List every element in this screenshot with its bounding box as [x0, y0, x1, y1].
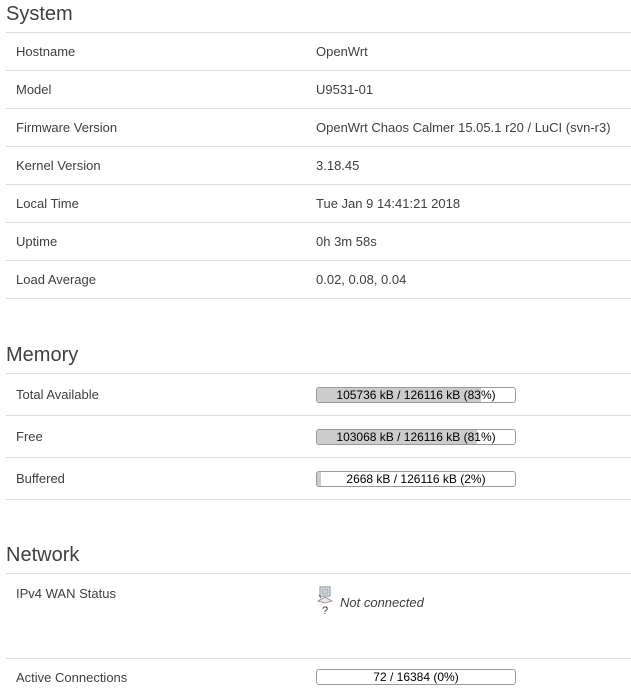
row-value: OpenWrt	[316, 44, 368, 59]
row-key: Kernel Version	[16, 158, 101, 173]
row-key: Hostname	[16, 44, 76, 59]
row-key: IPv4 WAN Status	[16, 586, 116, 601]
row-value: 72 / 16384 (0%)	[316, 669, 631, 685]
progress-text: 105736 kB / 126116 kB (83%)	[336, 387, 496, 402]
row-key: Free	[16, 429, 43, 444]
table-row: Load Average 0.02, 0.08, 0.04	[6, 261, 631, 299]
row-value: 0.02, 0.08, 0.04	[316, 272, 407, 287]
table-row: Model U9531-01	[6, 71, 631, 109]
table-row: Free 103068 kB / 126116 kB (81%)	[6, 416, 631, 458]
row-value: 3.18.45	[316, 158, 360, 173]
table-row: Kernel Version 3.18.45	[6, 147, 631, 185]
wan-status: ? Not connected	[316, 586, 631, 617]
table-row: Active Connections 72 / 16384 (0%)	[6, 659, 631, 695]
progress-bar: 72 / 16384 (0%)	[316, 669, 516, 685]
row-value: Tue Jan 9 14:41:21 2018	[316, 196, 461, 211]
progress-bar: 103068 kB / 126116 kB (81%)	[316, 428, 516, 445]
memory-section: Memory Total Available 105736 kB / 12611…	[0, 341, 631, 500]
wan-icon-mark: ?	[321, 605, 329, 617]
row-key: Local Time	[16, 196, 79, 211]
row-key: Model	[16, 82, 52, 97]
row-value: ? Not connected	[316, 574, 631, 617]
progress-text: 103068 kB / 126116 kB (81%)	[336, 429, 496, 444]
network-table: IPv4 WAN Status ? Not connected Active C…	[6, 573, 631, 695]
network-title: Network	[6, 544, 80, 566]
row-key: Active Connections	[16, 669, 128, 685]
network-section: Network IPv4 WAN Status ? Not connected	[0, 541, 631, 695]
progress-bar: 105736 kB / 126116 kB (83%)	[316, 386, 516, 403]
progress-bar: 2668 kB / 126116 kB (2%)	[316, 470, 516, 487]
table-row: Local Time Tue Jan 9 14:41:21 2018	[6, 185, 631, 223]
wan-status-text: Not connected	[340, 595, 424, 610]
table-row: Hostname OpenWrt	[6, 33, 631, 71]
row-key: Uptime	[16, 234, 58, 249]
network-disconnected-icon-graphic	[317, 586, 333, 604]
row-value: OpenWrt Chaos Calmer 15.05.1 r20 / LuCI …	[316, 120, 611, 135]
table-row: IPv4 WAN Status ? Not connected	[6, 574, 631, 659]
progress-text: 2668 kB / 126116 kB (2%)	[346, 471, 486, 486]
table-row: Total Available 105736 kB / 126116 kB (8…	[6, 374, 631, 416]
row-key: Firmware Version	[16, 120, 118, 135]
row-value: 105736 kB / 126116 kB (83%)	[316, 386, 631, 403]
memory-title: Memory	[6, 344, 79, 366]
network-disconnected-icon: ?	[316, 586, 334, 617]
progress-text: 72 / 16384 (0%)	[373, 670, 459, 684]
table-row: Uptime 0h 3m 58s	[6, 223, 631, 261]
row-key: Total Available	[16, 387, 99, 402]
row-value: 103068 kB / 126116 kB (81%)	[316, 428, 631, 445]
row-value: 2668 kB / 126116 kB (2%)	[316, 470, 631, 487]
row-value: U9531-01	[316, 82, 374, 97]
system-table: Hostname OpenWrt Model U9531-01 Firmware…	[6, 32, 631, 299]
row-key: Buffered	[16, 471, 65, 486]
system-section: System Hostname OpenWrt Model U9531-01 F…	[0, 0, 631, 299]
memory-table: Total Available 105736 kB / 126116 kB (8…	[6, 373, 631, 500]
table-row: Buffered 2668 kB / 126116 kB (2%)	[6, 458, 631, 500]
row-key: Load Average	[16, 272, 96, 287]
row-value: 0h 3m 58s	[316, 234, 377, 249]
system-title: System	[6, 3, 73, 25]
table-row: Firmware Version OpenWrt Chaos Calmer 15…	[6, 109, 631, 147]
